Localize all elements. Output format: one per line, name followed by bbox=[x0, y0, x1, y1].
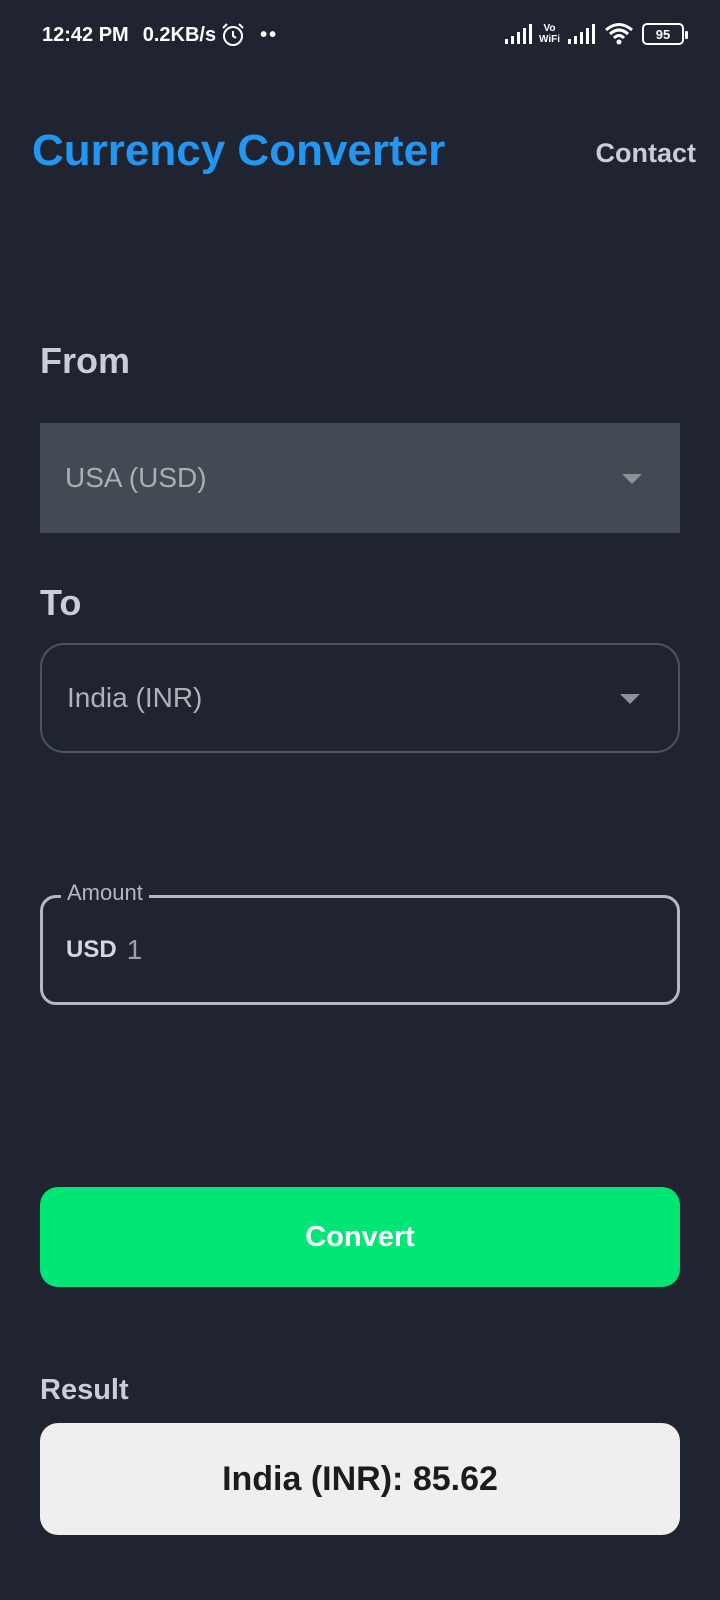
status-right: Vo WiFi 95 bbox=[497, 22, 688, 46]
wifi-icon bbox=[605, 23, 633, 45]
alarm-icon bbox=[222, 23, 244, 46]
to-label: To bbox=[40, 582, 82, 623]
amount-field[interactable]: Amount USD 1 bbox=[40, 880, 680, 1005]
app-title: Currency Converter bbox=[32, 126, 446, 175]
to-currency-select[interactable]: India (INR) bbox=[40, 643, 680, 753]
battery-icon: 95 bbox=[642, 23, 688, 45]
to-currency-value: India (INR) bbox=[67, 682, 203, 713]
contact-link[interactable]: Contact bbox=[596, 138, 697, 169]
signal-icon-2 bbox=[568, 24, 595, 44]
amount-input[interactable]: 1 bbox=[127, 934, 143, 966]
result-label: Result bbox=[40, 1374, 129, 1406]
convert-button[interactable]: Convert bbox=[40, 1187, 680, 1287]
from-currency-value: USA (USD) bbox=[65, 462, 207, 493]
vowifi-top: Vo bbox=[543, 23, 556, 34]
from-label: From bbox=[40, 340, 130, 381]
app-screen: 12:42 PM 0.2KB/s •• Vo WiFi 95 Currency … bbox=[0, 0, 720, 1600]
status-bar: 12:42 PM 0.2KB/s •• Vo WiFi 95 bbox=[0, 0, 720, 70]
signal-icon bbox=[504, 24, 532, 44]
battery-level: 95 bbox=[655, 26, 671, 42]
notification-dots: •• bbox=[260, 23, 279, 46]
network-speed: 0.2KB/s bbox=[142, 23, 217, 46]
chevron-down-icon bbox=[622, 474, 642, 484]
from-currency-select[interactable]: USA (USD) bbox=[40, 423, 680, 533]
vowifi-indicator: Vo WiFi bbox=[539, 23, 560, 45]
result-card: India (INR): 85.62 bbox=[40, 1423, 680, 1535]
amount-currency-prefix: USD bbox=[66, 936, 117, 963]
vowifi-bottom: WiFi bbox=[538, 34, 560, 45]
amount-label: Amount bbox=[61, 880, 149, 906]
result-text: India (INR): 85.62 bbox=[222, 1459, 498, 1498]
status-left: 12:42 PM 0.2KB/s •• bbox=[42, 22, 278, 48]
chevron-down-icon bbox=[620, 694, 640, 704]
status-time: 12:42 PM bbox=[42, 23, 129, 46]
